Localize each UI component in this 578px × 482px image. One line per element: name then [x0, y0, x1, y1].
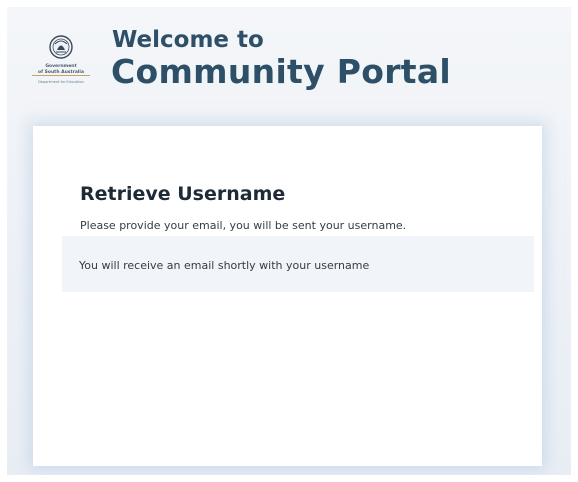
logo-divider [32, 75, 90, 76]
card-title: Retrieve Username [80, 183, 286, 205]
page-frame: Government of South Australia Department… [7, 7, 571, 475]
card-instructions: Please provide your email, you will be s… [80, 219, 407, 232]
confirmation-message-box: You will receive an email shortly with y… [62, 236, 534, 292]
header: Government of South Australia Department… [7, 7, 571, 119]
portal-title: Community Portal [111, 52, 452, 91]
logo-text-department: Department for Education [38, 80, 84, 84]
welcome-heading: Welcome to [112, 27, 264, 53]
confirmation-message: You will receive an email shortly with y… [79, 259, 370, 272]
government-crest-icon [49, 35, 73, 59]
government-logo: Government of South Australia Department… [29, 33, 93, 91]
logo-text-government: Government [45, 64, 77, 69]
retrieve-username-card: Retrieve Username Please provide your em… [33, 126, 542, 466]
